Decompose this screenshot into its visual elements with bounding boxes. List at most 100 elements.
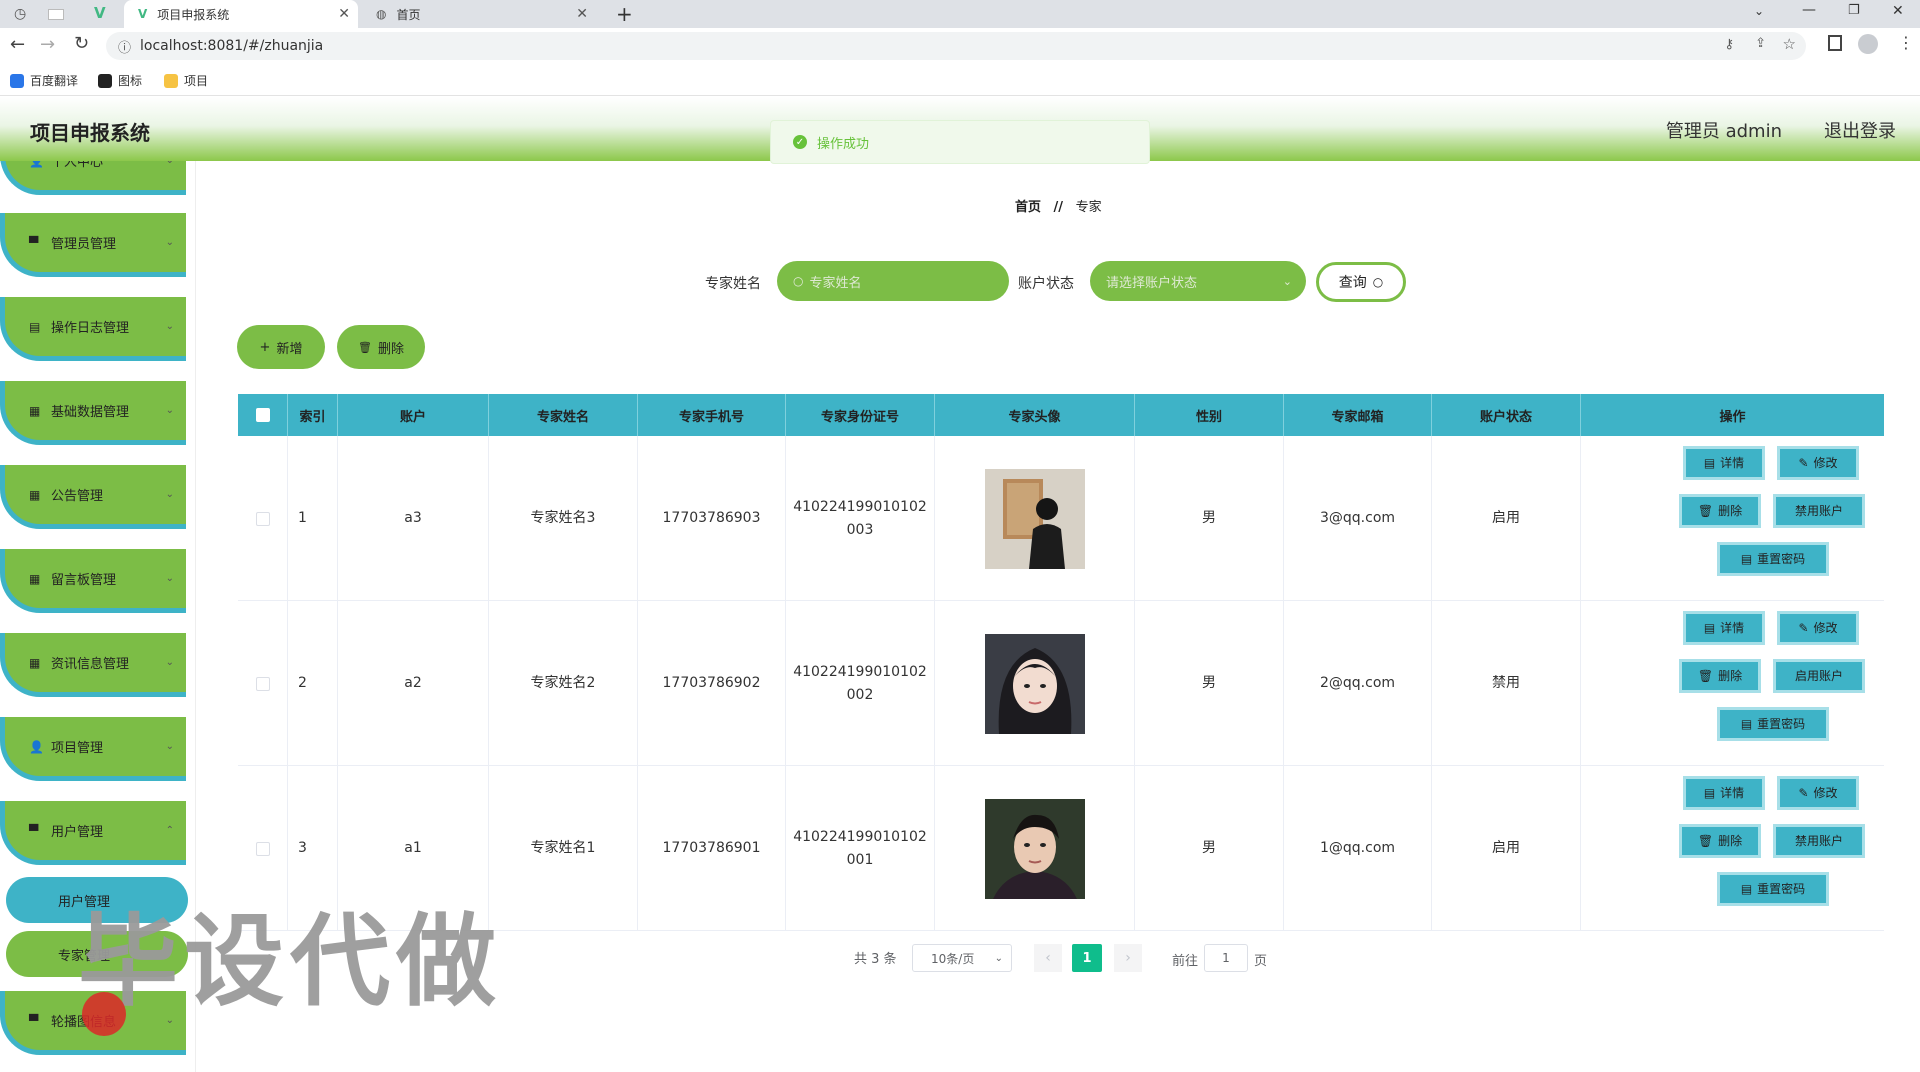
- chevron-down-icon[interactable]: ⌄: [1754, 4, 1764, 18]
- key-icon[interactable]: ⚷: [1724, 37, 1734, 52]
- row-delete-label: 删除: [1718, 503, 1743, 518]
- gender-cell: 男: [1135, 436, 1284, 601]
- info-icon: ⓘ: [118, 41, 132, 56]
- sidebar-item-label: 个人中心: [51, 161, 104, 170]
- bookmark-project-folder[interactable]: 项目: [164, 72, 208, 89]
- query-button[interactable]: 查询 ○: [1316, 262, 1406, 302]
- reset-password-button[interactable]: ▤ 重置密码: [1717, 542, 1829, 576]
- toggle-account-button[interactable]: 禁用账户: [1773, 824, 1865, 858]
- star-icon[interactable]: ☆: [1783, 35, 1796, 53]
- expert-avatar-photo: [984, 798, 1085, 899]
- select-all-checkbox[interactable]: [255, 408, 270, 422]
- edit-button[interactable]: ✎ 修改: [1777, 446, 1859, 480]
- row-checkbox[interactable]: [255, 511, 270, 526]
- reset-password-button[interactable]: ▤ 重置密码: [1717, 707, 1829, 741]
- reset-password-label: 重置密码: [1757, 716, 1806, 731]
- sidebar-item-label: 项目管理: [51, 741, 104, 756]
- prev-page-button[interactable]: ‹: [1034, 944, 1062, 972]
- toggle-account-button[interactable]: 启用账户: [1773, 659, 1865, 693]
- back-icon[interactable]: ←: [10, 34, 25, 55]
- url-field[interactable]: ⓘ localhost:8081/#/zhuanjia ⚷ ⇪ ☆: [106, 32, 1806, 60]
- close-tab-icon[interactable]: ✕: [576, 6, 588, 22]
- chevron-down-icon: ⌄: [165, 573, 174, 584]
- document-icon: ▤: [1740, 881, 1753, 896]
- sidebar-item-user-management[interactable]: ▀ 用户管理 ⌃: [0, 801, 186, 865]
- reset-password-button[interactable]: ▤ 重置密码: [1717, 872, 1829, 906]
- sidebar-item-base-data[interactable]: ▦ 基础数据管理 ⌄: [0, 381, 186, 445]
- sidebar-item-operation-log[interactable]: ▤ 操作日志管理 ⌄: [0, 297, 186, 361]
- check-circle-icon: ✓: [793, 135, 807, 149]
- document-icon: ▤: [29, 319, 41, 334]
- reload-icon[interactable]: ↻: [74, 33, 89, 54]
- sidebar-item-personal-center[interactable]: 👤 个人中心 ⌄: [0, 161, 186, 195]
- grid-icon: ▦: [29, 571, 41, 586]
- sidebar-item-label: 资讯信息管理: [51, 657, 130, 672]
- expert-name-input[interactable]: ○ 专家姓名: [777, 261, 1009, 301]
- chevron-down-icon: ⌄: [165, 489, 174, 500]
- row-delete-button[interactable]: 🗑 删除: [1679, 659, 1761, 693]
- tab-home[interactable]: ◍ 首页 ✕: [362, 0, 596, 28]
- row-delete-button[interactable]: 🗑 删除: [1679, 494, 1761, 528]
- tab-title: 项目申报系统: [157, 7, 230, 22]
- goto-page-input[interactable]: 1: [1204, 944, 1248, 972]
- bookmark-baidu-translate[interactable]: 百度翻译: [10, 72, 78, 89]
- share-icon[interactable]: ⇪: [1755, 36, 1766, 51]
- app-title: 项目申报系统: [30, 121, 150, 145]
- history-icon[interactable]: ◷: [14, 6, 26, 22]
- toggle-account-button[interactable]: 禁用账户: [1773, 494, 1865, 528]
- account-cell: a3: [338, 436, 489, 601]
- close-window-icon[interactable]: ✕: [1892, 3, 1904, 19]
- delete-button[interactable]: 🗑 删除: [337, 325, 425, 369]
- page-number-current[interactable]: 1: [1072, 944, 1102, 972]
- vue-icon[interactable]: V: [94, 4, 106, 22]
- account-status-select[interactable]: 请选择账户状态 ⌄: [1090, 261, 1306, 301]
- folder-icon: [164, 73, 178, 88]
- monitor-icon: ▀: [29, 823, 39, 838]
- breadcrumb-home[interactable]: 首页: [1015, 200, 1041, 215]
- monitor-icon: ▀: [29, 235, 39, 250]
- sidebar-item-news[interactable]: ▦ 资讯信息管理 ⌄: [0, 633, 186, 697]
- detail-button[interactable]: ▤ 详情: [1683, 776, 1765, 810]
- breadcrumb-current: 专家: [1075, 200, 1102, 215]
- new-tab-icon[interactable]: +: [616, 2, 633, 26]
- edit-button[interactable]: ✎ 修改: [1777, 611, 1859, 645]
- side-panel-icon[interactable]: [1828, 35, 1842, 51]
- detail-button[interactable]: ▤ 详情: [1683, 446, 1765, 480]
- row-delete-label: 删除: [1718, 668, 1743, 683]
- sidebar-item-project[interactable]: 👤 项目管理 ⌄: [0, 717, 186, 781]
- row-select-cell: [238, 601, 288, 766]
- trash-icon: 🗑: [358, 340, 372, 354]
- detail-button[interactable]: ▤ 详情: [1683, 611, 1765, 645]
- chevron-down-icon: ⌄: [166, 161, 174, 166]
- chevron-down-icon: ⌄: [165, 321, 174, 332]
- sidebar-item-admin-management[interactable]: ▀ 管理员管理 ⌄: [0, 213, 186, 277]
- edit-button[interactable]: ✎ 修改: [1777, 776, 1859, 810]
- page-icon[interactable]: [48, 9, 64, 20]
- sidebar-item-message-board[interactable]: ▦ 留言板管理 ⌄: [0, 549, 186, 613]
- sidebar-item-announcement[interactable]: ▦ 公告管理 ⌄: [0, 465, 186, 529]
- logout-link[interactable]: 退出登录: [1824, 117, 1896, 143]
- forward-icon[interactable]: →: [40, 34, 55, 55]
- grid-icon: ▦: [29, 487, 41, 502]
- row-checkbox[interactable]: [255, 676, 270, 691]
- id-number-cell: 410224199010102 002: [786, 601, 935, 766]
- delete-label: 删除: [377, 341, 404, 357]
- chevron-down-icon: ⌄: [165, 657, 174, 668]
- restore-icon[interactable]: ❐: [1848, 3, 1860, 18]
- sidebar-item-label: 管理员管理: [51, 237, 117, 252]
- translate-icon: [10, 73, 24, 88]
- page-size-select[interactable]: 10条/页 ⌄: [912, 944, 1012, 972]
- detail-label: 详情: [1720, 620, 1745, 635]
- add-button[interactable]: + 新增: [237, 325, 325, 369]
- close-tab-icon[interactable]: ✕: [338, 6, 350, 22]
- document-icon: ▤: [1740, 716, 1753, 731]
- profile-icon[interactable]: [1858, 34, 1878, 54]
- menu-dots-icon[interactable]: ⋮: [1898, 33, 1914, 52]
- row-checkbox[interactable]: [255, 841, 270, 856]
- next-page-button[interactable]: ›: [1114, 944, 1142, 972]
- minimize-icon[interactable]: —: [1802, 2, 1816, 18]
- bookmark-icons[interactable]: 图标: [98, 72, 142, 89]
- row-delete-button[interactable]: 🗑 删除: [1679, 824, 1761, 858]
- tab-project-system[interactable]: V 项目申报系统 ✕: [124, 0, 358, 28]
- sidebar-item-label: 基础数据管理: [51, 405, 130, 420]
